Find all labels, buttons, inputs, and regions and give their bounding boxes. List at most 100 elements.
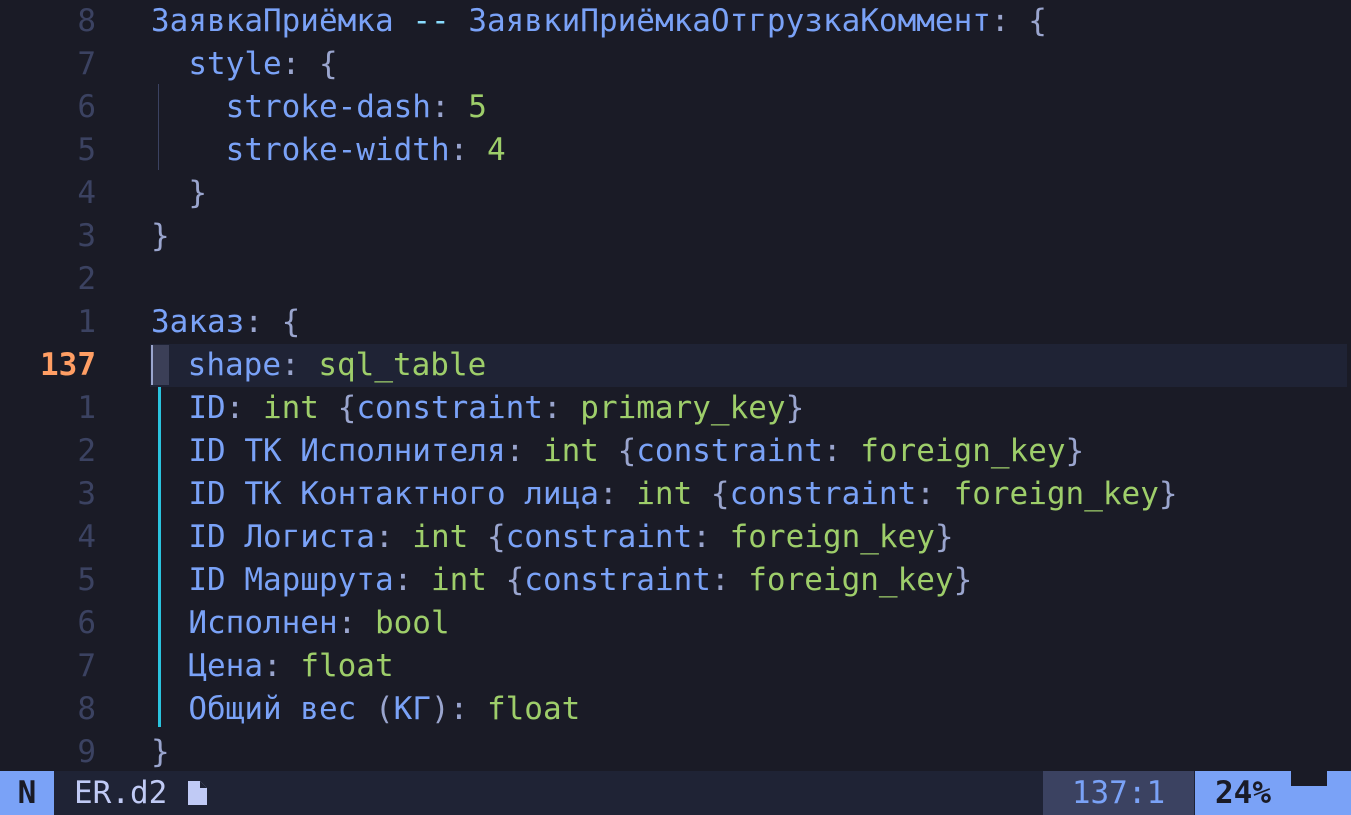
punct-token: }: [953, 562, 973, 598]
code-line[interactable]: 7 style: {: [0, 43, 1351, 86]
punct-token: :: [430, 89, 469, 125]
line-number: 1: [77, 390, 96, 426]
line-code: Исполнен: bool: [151, 602, 450, 645]
key-token: constraint: [729, 476, 917, 512]
code-line[interactable]: 2 ID ТК Исполнителя: int {constraint: fo…: [0, 430, 1351, 473]
code-line[interactable]: 4 }: [0, 172, 1351, 215]
punct-token: {: [486, 562, 525, 598]
key-token: constraint: [636, 433, 823, 469]
key-token: ID Логиста: [188, 519, 375, 555]
line-code: ID Маршрута: int {constraint: foreign_ke…: [151, 559, 972, 602]
value-token: 4: [486, 132, 506, 168]
punct-token: :: [822, 433, 861, 469]
code-line[interactable]: 7 Цена: float: [0, 645, 1351, 688]
punct-token: [394, 3, 413, 39]
scrollbar-thumb[interactable]: [1291, 771, 1327, 786]
code-line[interactable]: 2: [0, 258, 1351, 301]
line-code: }: [151, 172, 207, 215]
punct-token: : {: [244, 304, 301, 340]
file-icon: [188, 781, 207, 805]
punct-token: :: [262, 648, 301, 684]
line-number: 9: [77, 734, 96, 770]
line-number: 5: [77, 132, 96, 168]
value-token: sql_table: [318, 347, 487, 383]
value-token: foreign_key: [860, 433, 1066, 469]
value-token: int: [430, 562, 487, 598]
punct-token: [151, 691, 188, 727]
line-number: 8: [77, 3, 96, 39]
text-cursor: [151, 345, 169, 385]
code-line[interactable]: 1 ID: int {constraint: primary_key}: [0, 387, 1351, 430]
code-line[interactable]: 5 ID Маршрута: int {constraint: foreign_…: [0, 559, 1351, 602]
line-code: Общий вес (КГ): float: [151, 688, 580, 731]
punct-token: }: [151, 734, 170, 770]
punct-token: }: [1158, 476, 1178, 512]
code-line[interactable]: 1 Заказ: {: [0, 301, 1351, 344]
punct-token: [151, 605, 188, 641]
value-token: foreign_key: [748, 562, 954, 598]
line-number: 2: [77, 433, 96, 469]
code-line[interactable]: 8 Общий вес (КГ): float: [0, 688, 1351, 731]
code-line[interactable]: 9}: [0, 731, 1351, 774]
key-token: stroke-width: [225, 132, 450, 168]
punct-token: {: [692, 476, 730, 512]
value-token: int: [412, 519, 469, 555]
line-number: 7: [77, 46, 96, 82]
key-token: ЗаявкаПриёмка: [151, 3, 394, 39]
punct-token: [151, 433, 188, 469]
line-code: ID ТК Исполнителя: int {constraint: fore…: [151, 430, 1084, 473]
value-token: foreign_key: [729, 519, 935, 555]
key-token: Исполнен: [188, 605, 338, 641]
punct-token: :: [916, 476, 954, 512]
punct-token: ):: [430, 691, 487, 727]
line-code: ID: int {constraint: primary_key}: [151, 387, 804, 430]
line-code: Цена: float: [151, 645, 393, 688]
code-line[interactable]: 6 Исполнен: bool: [0, 602, 1351, 645]
line-code: stroke-width: 4: [151, 129, 506, 172]
line-number: 6: [77, 89, 96, 125]
key-token: constraint: [505, 519, 693, 555]
operator-token: --: [412, 3, 450, 39]
code-line[interactable]: 137 shape: sql_table: [0, 344, 1351, 387]
value-token: 5: [468, 89, 487, 125]
code-line[interactable]: 6 stroke-dash: 5: [0, 86, 1351, 129]
value-token: bool: [374, 605, 450, 641]
code-line[interactable]: 8 ЗаявкаПриёмка -- ЗаявкиПриёмкаОтгрузкаК…: [0, 0, 1351, 43]
filename[interactable]: ER.d2: [74, 771, 167, 815]
code-line[interactable]: 4 ID Логиста: int {constraint: foreign_k…: [0, 516, 1351, 559]
statusline: N ER.d2 137:1 24%: [0, 771, 1351, 815]
punct-token: }: [1065, 433, 1085, 469]
punct-token: : {: [281, 46, 338, 82]
punct-token: [151, 476, 188, 512]
line-number: 137: [40, 347, 96, 383]
key-token: style: [188, 46, 282, 82]
line-code: shape: sql_table: [151, 344, 486, 387]
line-code: ЗаявкаПриёмка -- ЗаявкиПриёмкаОтгрузкаКо…: [151, 0, 1047, 43]
punct-token: :: [393, 562, 431, 598]
key-token: ЗаявкиПриёмкаОтгрузкаКоммент: [468, 3, 991, 39]
line-number: 8: [77, 691, 96, 727]
line-code: }: [151, 215, 170, 258]
punct-token: :: [692, 519, 730, 555]
key-token: ID Маршрута: [188, 562, 394, 598]
punct-token: [151, 519, 188, 555]
punct-token: :: [542, 390, 581, 426]
punct-token: {: [468, 519, 506, 555]
line-number: 1: [77, 304, 96, 340]
key-token: shape: [187, 347, 281, 383]
code-line[interactable]: 3 ID ТК Контактного лица: int {constrain…: [0, 473, 1351, 516]
key-token: ID ТК Исполнителя: [188, 433, 506, 469]
key-token: Заказ: [151, 304, 245, 340]
code-line[interactable]: 3}: [0, 215, 1351, 258]
mode-indicator: N: [0, 771, 54, 815]
punct-token: :: [337, 605, 375, 641]
punct-token: :: [505, 433, 543, 469]
key-token: constraint: [356, 390, 543, 426]
line-code: ID ТК Контактного лица: int {constraint:…: [151, 473, 1178, 516]
punct-token: :: [710, 562, 749, 598]
code-line[interactable]: 5 stroke-width: 4: [0, 129, 1351, 172]
key-token: КГ: [393, 691, 431, 727]
editor-pane[interactable]: 8 ЗаявкаПриёмка -- ЗаявкиПриёмкаОтгрузкаК…: [0, 0, 1351, 770]
key-token: Цена: [188, 648, 263, 684]
punct-token: [151, 562, 188, 598]
